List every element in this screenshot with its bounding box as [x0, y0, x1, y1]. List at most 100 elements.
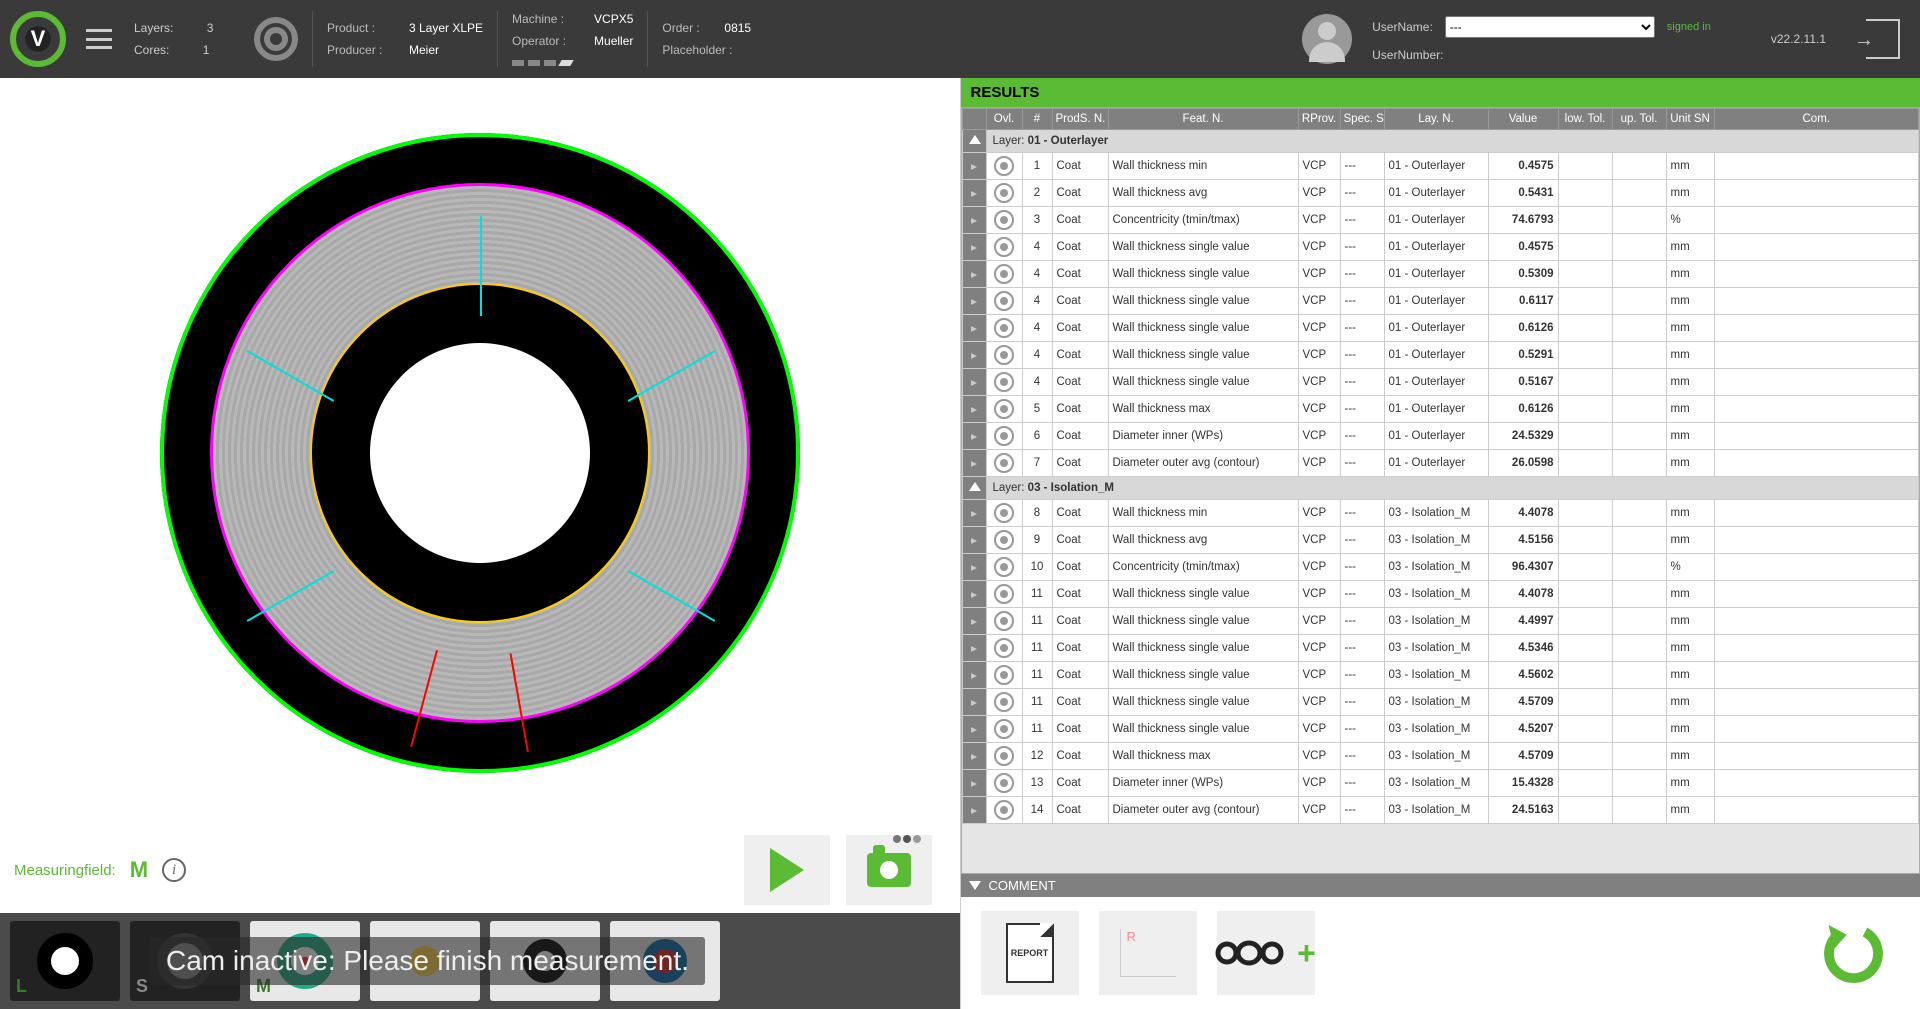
col-unit[interactable]: Unit SN [1666, 109, 1714, 130]
ovl-icon [994, 800, 1014, 820]
table-row[interactable]: ▸4CoatWall thickness single valueVCP---0… [962, 342, 1919, 369]
ovl-icon [994, 399, 1014, 419]
comment-label: COMMENT [989, 878, 1056, 893]
table-row[interactable]: ▸10CoatConcentricity (tmin/tmax)VCP---03… [962, 554, 1919, 581]
table-row[interactable]: ▸4CoatWall thickness single valueVCP---0… [962, 261, 1919, 288]
table-row[interactable]: ▸4CoatWall thickness single valueVCP---0… [962, 369, 1919, 396]
group-row[interactable]: Layer: 03 - Isolation_M [962, 477, 1919, 500]
group-row[interactable]: Layer: 01 - Outerlayer [962, 130, 1919, 153]
measuring-field-bar: Measuringfield: M i [0, 827, 960, 913]
table-row[interactable]: ▸3CoatConcentricity (tmin/tmax)VCP---01 … [962, 207, 1919, 234]
username-label: UserName: [1372, 20, 1433, 34]
col-utol[interactable]: up. Tol. [1612, 109, 1666, 130]
machine-value: VCPX5 [594, 12, 633, 26]
measuringfield-value: M [130, 857, 148, 883]
table-row[interactable]: ▸1CoatWall thickness minVCP---01 - Outer… [962, 153, 1919, 180]
info-icon[interactable]: i [162, 858, 186, 882]
operator-value: Mueller [594, 34, 633, 48]
menu-icon[interactable] [86, 29, 112, 49]
new-view-button[interactable]: + [1217, 911, 1315, 995]
table-row[interactable]: ▸4CoatWall thickness single valueVCP---0… [962, 315, 1919, 342]
order-label: Order : [662, 21, 714, 35]
col-spec[interactable]: Spec. SN [1340, 109, 1384, 130]
comment-toggle[interactable]: COMMENT [961, 874, 1920, 897]
thumb-m[interactable]: M [250, 921, 360, 1001]
table-row[interactable]: ▸14CoatDiameter outer avg (contour)VCP--… [962, 797, 1919, 824]
ovl-icon [994, 237, 1014, 257]
table-row[interactable]: ▸8CoatWall thickness minVCP---03 - Isola… [962, 500, 1919, 527]
layers-label: Layers: [134, 21, 173, 35]
table-row[interactable]: ▸5CoatWall thickness maxVCP---01 - Outer… [962, 396, 1919, 423]
table-row[interactable]: ▸11CoatWall thickness single valueVCP---… [962, 608, 1919, 635]
col-ovl[interactable]: Ovl. [986, 109, 1022, 130]
ovl-icon [994, 638, 1014, 658]
machine-info: Machine : VCPX5 Operator : Mueller [497, 11, 647, 67]
col-com[interactable]: Com. [1714, 109, 1919, 130]
thumb-6[interactable] [610, 921, 720, 1001]
product-label: Product : [327, 21, 399, 35]
capture-button[interactable] [846, 835, 932, 905]
producer-label: Producer : [327, 43, 399, 57]
tool-strip[interactable] [512, 60, 633, 66]
glasses-icon: + [1215, 935, 1316, 972]
cores-label: Cores: [134, 43, 169, 57]
ovl-icon [994, 665, 1014, 685]
thumb-5[interactable] [490, 921, 600, 1001]
order-info: Order :0815 Placeholder : [647, 11, 767, 67]
layers-value: 3 [207, 21, 214, 35]
col-feat[interactable]: Feat. N. [1108, 109, 1298, 130]
undo-button[interactable] [1802, 911, 1900, 995]
thumb-l[interactable]: L [10, 921, 120, 1001]
usernumber-label: UserNumber: [1372, 48, 1443, 62]
results-title: RESULTS [961, 78, 1920, 107]
col-num[interactable]: # [1022, 109, 1052, 130]
ovl-icon [994, 611, 1014, 631]
col-lay[interactable]: Lay. N. [1384, 109, 1488, 130]
table-row[interactable]: ▸11CoatWall thickness single valueVCP---… [962, 581, 1919, 608]
signed-in-status: signed in [1667, 21, 1711, 33]
spiral-icon[interactable] [254, 17, 298, 61]
play-button[interactable] [744, 835, 830, 905]
machine-label: Machine : [512, 12, 584, 26]
results-table-wrap[interactable]: Ovl. # ProdS. N. Feat. N. RProv. Spec. S… [961, 107, 1920, 874]
table-row[interactable]: ▸4CoatWall thickness single valueVCP---0… [962, 234, 1919, 261]
undo-icon [1816, 918, 1886, 988]
ovl-icon [994, 372, 1014, 392]
col-prod[interactable]: ProdS. N. [1052, 109, 1108, 130]
ovl-icon [994, 530, 1014, 550]
ovl-icon [994, 773, 1014, 793]
ovl-icon [994, 692, 1014, 712]
col-val[interactable]: Value [1488, 109, 1558, 130]
table-row[interactable]: ▸11CoatWall thickness single valueVCP---… [962, 662, 1919, 689]
col-ltol[interactable]: low. Tol. [1558, 109, 1612, 130]
table-row[interactable]: ▸11CoatWall thickness single valueVCP---… [962, 716, 1919, 743]
product-info: Product :3 Layer XLPE Producer :Meier [312, 11, 497, 67]
exit-icon[interactable] [1866, 19, 1900, 59]
table-row[interactable]: ▸6CoatDiameter inner (WPs)VCP---01 - Out… [962, 423, 1919, 450]
table-row[interactable]: ▸13CoatDiameter inner (WPs)VCP---03 - Is… [962, 770, 1919, 797]
cross-section-view[interactable] [0, 78, 960, 827]
measuringfield-label: Measuringfield: [14, 862, 116, 879]
ovl-icon [994, 426, 1014, 446]
table-row[interactable]: ▸12CoatWall thickness maxVCP---03 - Isol… [962, 743, 1919, 770]
thumb-4[interactable] [370, 921, 480, 1001]
ovl-icon [994, 453, 1014, 473]
ovl-icon [994, 264, 1014, 284]
username-select[interactable]: --- [1445, 16, 1655, 38]
table-row[interactable]: ▸11CoatWall thickness single valueVCP---… [962, 689, 1919, 716]
product-value: 3 Layer XLPE [409, 21, 483, 35]
play-icon [770, 848, 804, 892]
col-rprov[interactable]: RProv. [1298, 109, 1340, 130]
table-row[interactable]: ▸7CoatDiameter outer avg (contour)VCP---… [962, 450, 1919, 477]
ovl-icon [994, 503, 1014, 523]
report-button[interactable]: REPORT [981, 911, 1079, 995]
operator-label: Operator : [512, 34, 584, 48]
ovl-icon [994, 584, 1014, 604]
table-row[interactable]: ▸2CoatWall thickness avgVCP---01 - Outer… [962, 180, 1919, 207]
table-row[interactable]: ▸4CoatWall thickness single valueVCP---0… [962, 288, 1919, 315]
ovl-icon [994, 210, 1014, 230]
table-row[interactable]: ▸9CoatWall thickness avgVCP---03 - Isola… [962, 527, 1919, 554]
thumb-s[interactable]: S [130, 921, 240, 1001]
graph-button[interactable] [1099, 911, 1197, 995]
table-row[interactable]: ▸11CoatWall thickness single valueVCP---… [962, 635, 1919, 662]
